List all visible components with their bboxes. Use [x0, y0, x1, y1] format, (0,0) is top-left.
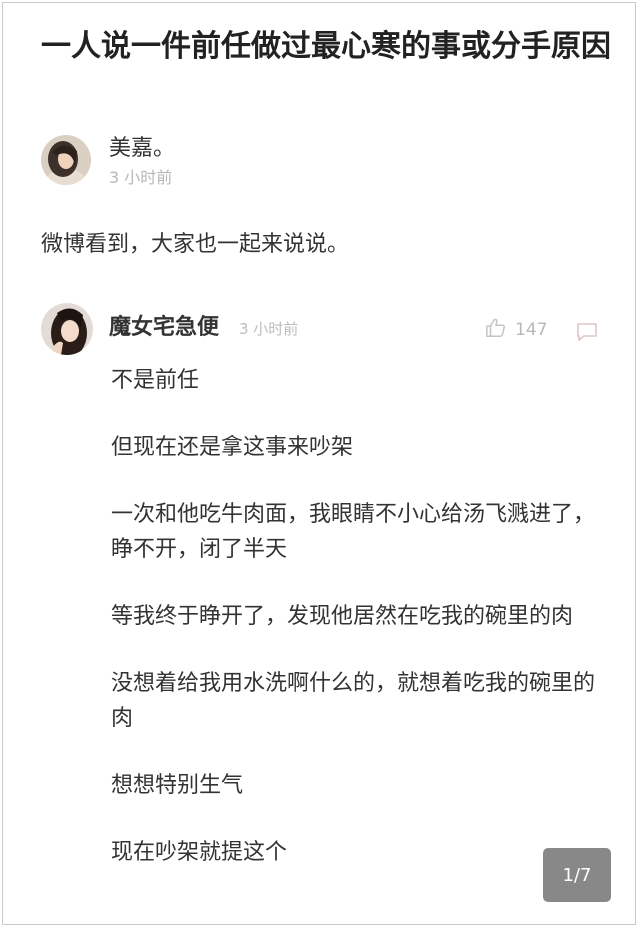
like-count: 147 [515, 320, 548, 340]
comment-timestamp: 3 小时前 [239, 320, 299, 338]
op-username[interactable]: 美嘉。 [109, 135, 175, 163]
post-title: 一人说一件前任做过最心寒的事或分手原因 [41, 29, 611, 64]
comment-paragraph: 想想特别生气 [111, 773, 244, 798]
comment-paragraph: 没想着给我用水洗啊什么的，就想着吃我的碗里的肉 [111, 671, 596, 731]
comment-paragraph: 但现在还是拿这事来吵架 [111, 435, 354, 460]
like-button[interactable]: 147 [485, 317, 547, 343]
thumbs-up-icon [485, 317, 507, 343]
comment-bubble-icon [575, 323, 599, 347]
reply-button[interactable] [575, 321, 599, 347]
screenshot-frame: 一人说一件前任做过最心寒的事或分手原因 美嘉。 3 小时前 微博看到，大家也一起… [2, 2, 636, 925]
comment-paragraph: 不是前任 [111, 368, 200, 393]
page-indicator[interactable]: 1/7 [543, 848, 611, 902]
commenter-username[interactable]: 魔女宅急便 [109, 312, 219, 344]
post-body: 微博看到，大家也一起来说说。 [41, 232, 350, 257]
comment-paragraph: 现在吵架就提这个 [111, 840, 288, 865]
comment-paragraph: 等我终于睁开了，发现他居然在吃我的碗里的肉 [111, 604, 574, 629]
comment-body: 不是前任 但现在还是拿这事来吵架 一次和他吃牛肉面，我眼睛不小心给汤飞溅进了，睁… [111, 363, 605, 902]
comment-paragraph: 一次和他吃牛肉面，我眼睛不小心给汤飞溅进了，睁不开，闭了半天 [111, 502, 596, 562]
op-timestamp: 3 小时前 [109, 168, 173, 187]
commenter-avatar[interactable] [41, 303, 93, 355]
op-avatar[interactable] [41, 135, 91, 185]
